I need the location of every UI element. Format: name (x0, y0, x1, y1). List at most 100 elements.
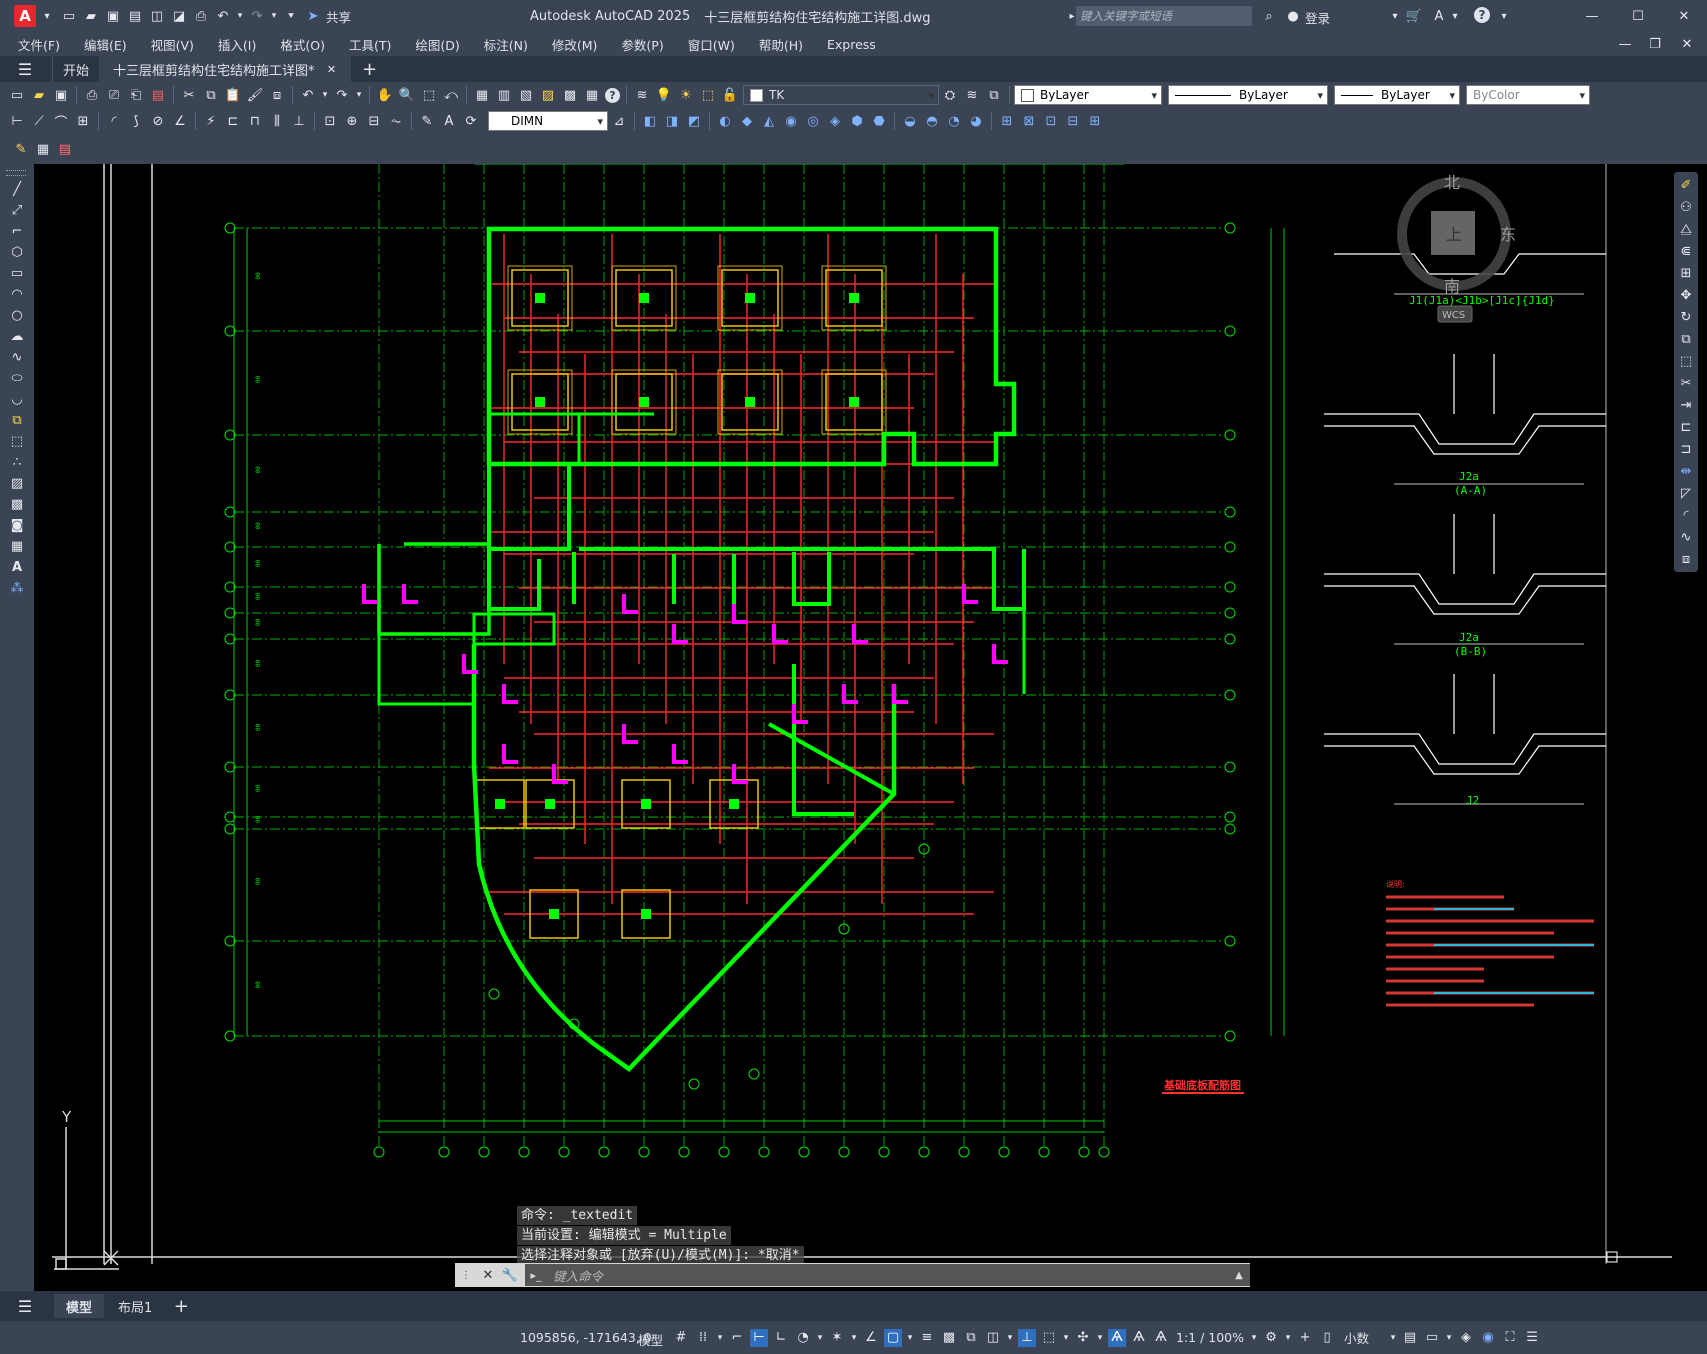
view-left-icon[interactable]: ◩ (685, 112, 703, 130)
wedge-icon[interactable]: ◭ (760, 112, 778, 130)
new-tab-icon[interactable]: + (361, 59, 379, 80)
union-icon[interactable]: ◉ (782, 112, 800, 130)
selection-filter-dropdown-icon[interactable]: ▾ (1062, 1329, 1070, 1347)
rotate-icon[interactable]: ↻ (1677, 308, 1695, 326)
layer-lock-icon[interactable]: 🔓 (721, 86, 739, 104)
menu-format[interactable]: 格式(O) (280, 35, 325, 54)
selection-filter-icon[interactable]: ⬚ (1040, 1329, 1058, 1347)
tab-drawing[interactable]: 十三层框剪结构住宅结构施工详图* ✕ (99, 56, 351, 82)
help-toolbar-icon[interactable]: ? (605, 87, 620, 103)
radius-dim-icon[interactable]: ◜ (105, 112, 123, 130)
web-save-icon[interactable]: ◪ (170, 7, 188, 25)
ellipse-arc-icon[interactable]: ◡ (8, 390, 26, 408)
point-icon[interactable]: ∴ (8, 453, 26, 471)
command-prompt-icon[interactable]: ▸_ (527, 1266, 545, 1284)
jogged-linear-icon[interactable]: ⏦ (387, 112, 405, 130)
circle-icon[interactable]: ○ (8, 306, 26, 324)
doc-minimize-icon[interactable]: — (1616, 35, 1634, 53)
open-file-icon[interactable]: ▰ (82, 7, 100, 25)
redo-icon[interactable]: ↷ (248, 7, 266, 25)
copy-icon[interactable]: ⧉ (202, 86, 220, 104)
make-block-icon[interactable]: ⬚ (8, 432, 26, 450)
undo-dropdown-icon[interactable]: ▾ (236, 7, 244, 25)
new-file-icon[interactable]: ▭ (60, 7, 78, 25)
ortho-icon[interactable]: ∟ (772, 1329, 790, 1347)
units-value[interactable]: 小数 (1344, 1328, 1369, 1347)
dimstyle-dropdown[interactable]: DIMN (488, 111, 608, 131)
cut-icon[interactable]: ✂ (180, 86, 198, 104)
coordinates-readout[interactable]: 1095856, -171643, 0 (520, 1330, 652, 1345)
web-open-icon[interactable]: ◫ (148, 7, 166, 25)
clean-screen-icon[interactable]: ⛶ (1501, 1329, 1519, 1347)
join-icon[interactable]: ⇹ (1677, 462, 1695, 480)
object-snap-dropdown-icon[interactable]: ▾ (906, 1329, 914, 1347)
block-editor-icon[interactable]: ⧈ (268, 86, 286, 104)
3d-dwf-icon[interactable]: ▤ (149, 86, 167, 104)
viewcube-top[interactable]: 上 (1446, 225, 1462, 244)
zoom-realtime-icon[interactable]: 🔍 (398, 86, 416, 104)
workspace-dropdown-icon[interactable]: ▾ (1284, 1329, 1292, 1347)
viewcube-south[interactable]: 南 (1444, 277, 1460, 296)
tab-layout1[interactable]: 布局1 (104, 1294, 166, 1318)
add-selected-icon[interactable]: ⁂ (8, 579, 26, 597)
layer-viewport-icon[interactable]: ⬚ (699, 86, 717, 104)
make-current-layer-icon[interactable]: ⛭ (941, 86, 959, 104)
baseline-dim-icon[interactable]: ⊏ (224, 112, 242, 130)
app-dropdown-icon[interactable]: ▾ (1446, 7, 1464, 25)
block-attribute-manager-icon[interactable]: ▤ (56, 140, 74, 158)
attribute-sync-icon[interactable]: ▦ (34, 140, 52, 158)
search-input[interactable]: 键入关键字或短语 (1076, 6, 1252, 26)
break-at-point-icon[interactable]: ⊏ (1677, 418, 1695, 436)
undo-toolbar-dropdown-icon[interactable]: ▾ (321, 86, 329, 104)
tab-close-icon[interactable]: ✕ (323, 60, 341, 78)
help-icon[interactable]: ? (1474, 7, 1490, 23)
quick-dim-icon[interactable]: ⚡ (202, 112, 220, 130)
lock-ui-dropdown-icon[interactable]: ▾ (1445, 1329, 1453, 1347)
3d-osnap-icon[interactable]: ◫ (984, 1329, 1002, 1347)
layer-previous-icon[interactable]: ≋ (963, 86, 981, 104)
dimstyle-icon[interactable]: ⊿ (610, 112, 628, 130)
graphics-performance-icon[interactable]: ◉ (1479, 1329, 1497, 1347)
menu-window[interactable]: 窗口(W) (688, 35, 735, 54)
linetype-dropdown[interactable]: ByLayer (1168, 85, 1328, 105)
signin-button[interactable]: 登录 (1305, 8, 1330, 27)
properties-icon[interactable]: ▦ (473, 86, 491, 104)
attribute-edit-icon[interactable]: ✎ (12, 140, 30, 158)
lock-ui-icon[interactable]: ▭ (1423, 1329, 1441, 1347)
doc-close-icon[interactable]: ✕ (1678, 35, 1696, 53)
box-icon[interactable]: ◆ (738, 112, 756, 130)
line-icon[interactable]: ╱ (8, 180, 26, 198)
selection-cycling-icon[interactable]: ⧉ (962, 1329, 980, 1347)
lineweight-dropdown[interactable]: ByLayer (1334, 85, 1460, 105)
search-icon[interactable]: ⌕ (1260, 7, 1278, 25)
table-icon[interactable]: ▦ (8, 537, 26, 555)
redo-toolbar-dropdown-icon[interactable]: ▾ (355, 86, 363, 104)
polygon-icon[interactable]: ⬡ (8, 243, 26, 261)
offset-icon[interactable]: ⋐ (1677, 242, 1695, 260)
menu-draw[interactable]: 绘图(D) (415, 35, 459, 54)
layer-states-icon[interactable]: ⧉ (985, 86, 1003, 104)
share-button[interactable]: 共享 (326, 7, 351, 26)
app-menu-chevron-icon[interactable]: ▾ (38, 7, 56, 25)
intersect-icon[interactable]: ◈ (826, 112, 844, 130)
ucs-world-icon[interactable]: ⊠ (1020, 112, 1038, 130)
rectangle-icon[interactable]: ▭ (8, 264, 26, 282)
object-snap-icon[interactable]: ▢ (884, 1328, 902, 1347)
markup-icon[interactable]: ▩ (561, 86, 579, 104)
erase-icon[interactable]: ✐ (1677, 176, 1695, 194)
dim-text-edit-icon[interactable]: A (440, 112, 458, 130)
subtract-icon[interactable]: ◎ (804, 112, 822, 130)
tolerance-icon[interactable]: ⊡ (321, 112, 339, 130)
lineweight-display-icon[interactable]: ≡ (918, 1329, 936, 1347)
aligned-dim-icon[interactable]: ⟋ (30, 112, 48, 130)
scale-icon[interactable]: ⧉ (1677, 330, 1695, 348)
menu-help[interactable]: 帮助(H) (759, 35, 803, 54)
dim-update-icon[interactable]: ⟳ (462, 112, 480, 130)
polar-dropdown-icon[interactable]: ▾ (816, 1329, 824, 1347)
explode-icon[interactable]: ⧈ (1677, 550, 1695, 568)
quick-properties-icon[interactable]: ▤ (1401, 1329, 1419, 1347)
ordinate-dim-icon[interactable]: ⊞ (74, 112, 92, 130)
qnew-icon[interactable]: ▭ (8, 86, 26, 104)
3d-osnap-dropdown-icon[interactable]: ▾ (1006, 1329, 1014, 1347)
extend-icon[interactable]: ⇥ (1677, 396, 1695, 414)
